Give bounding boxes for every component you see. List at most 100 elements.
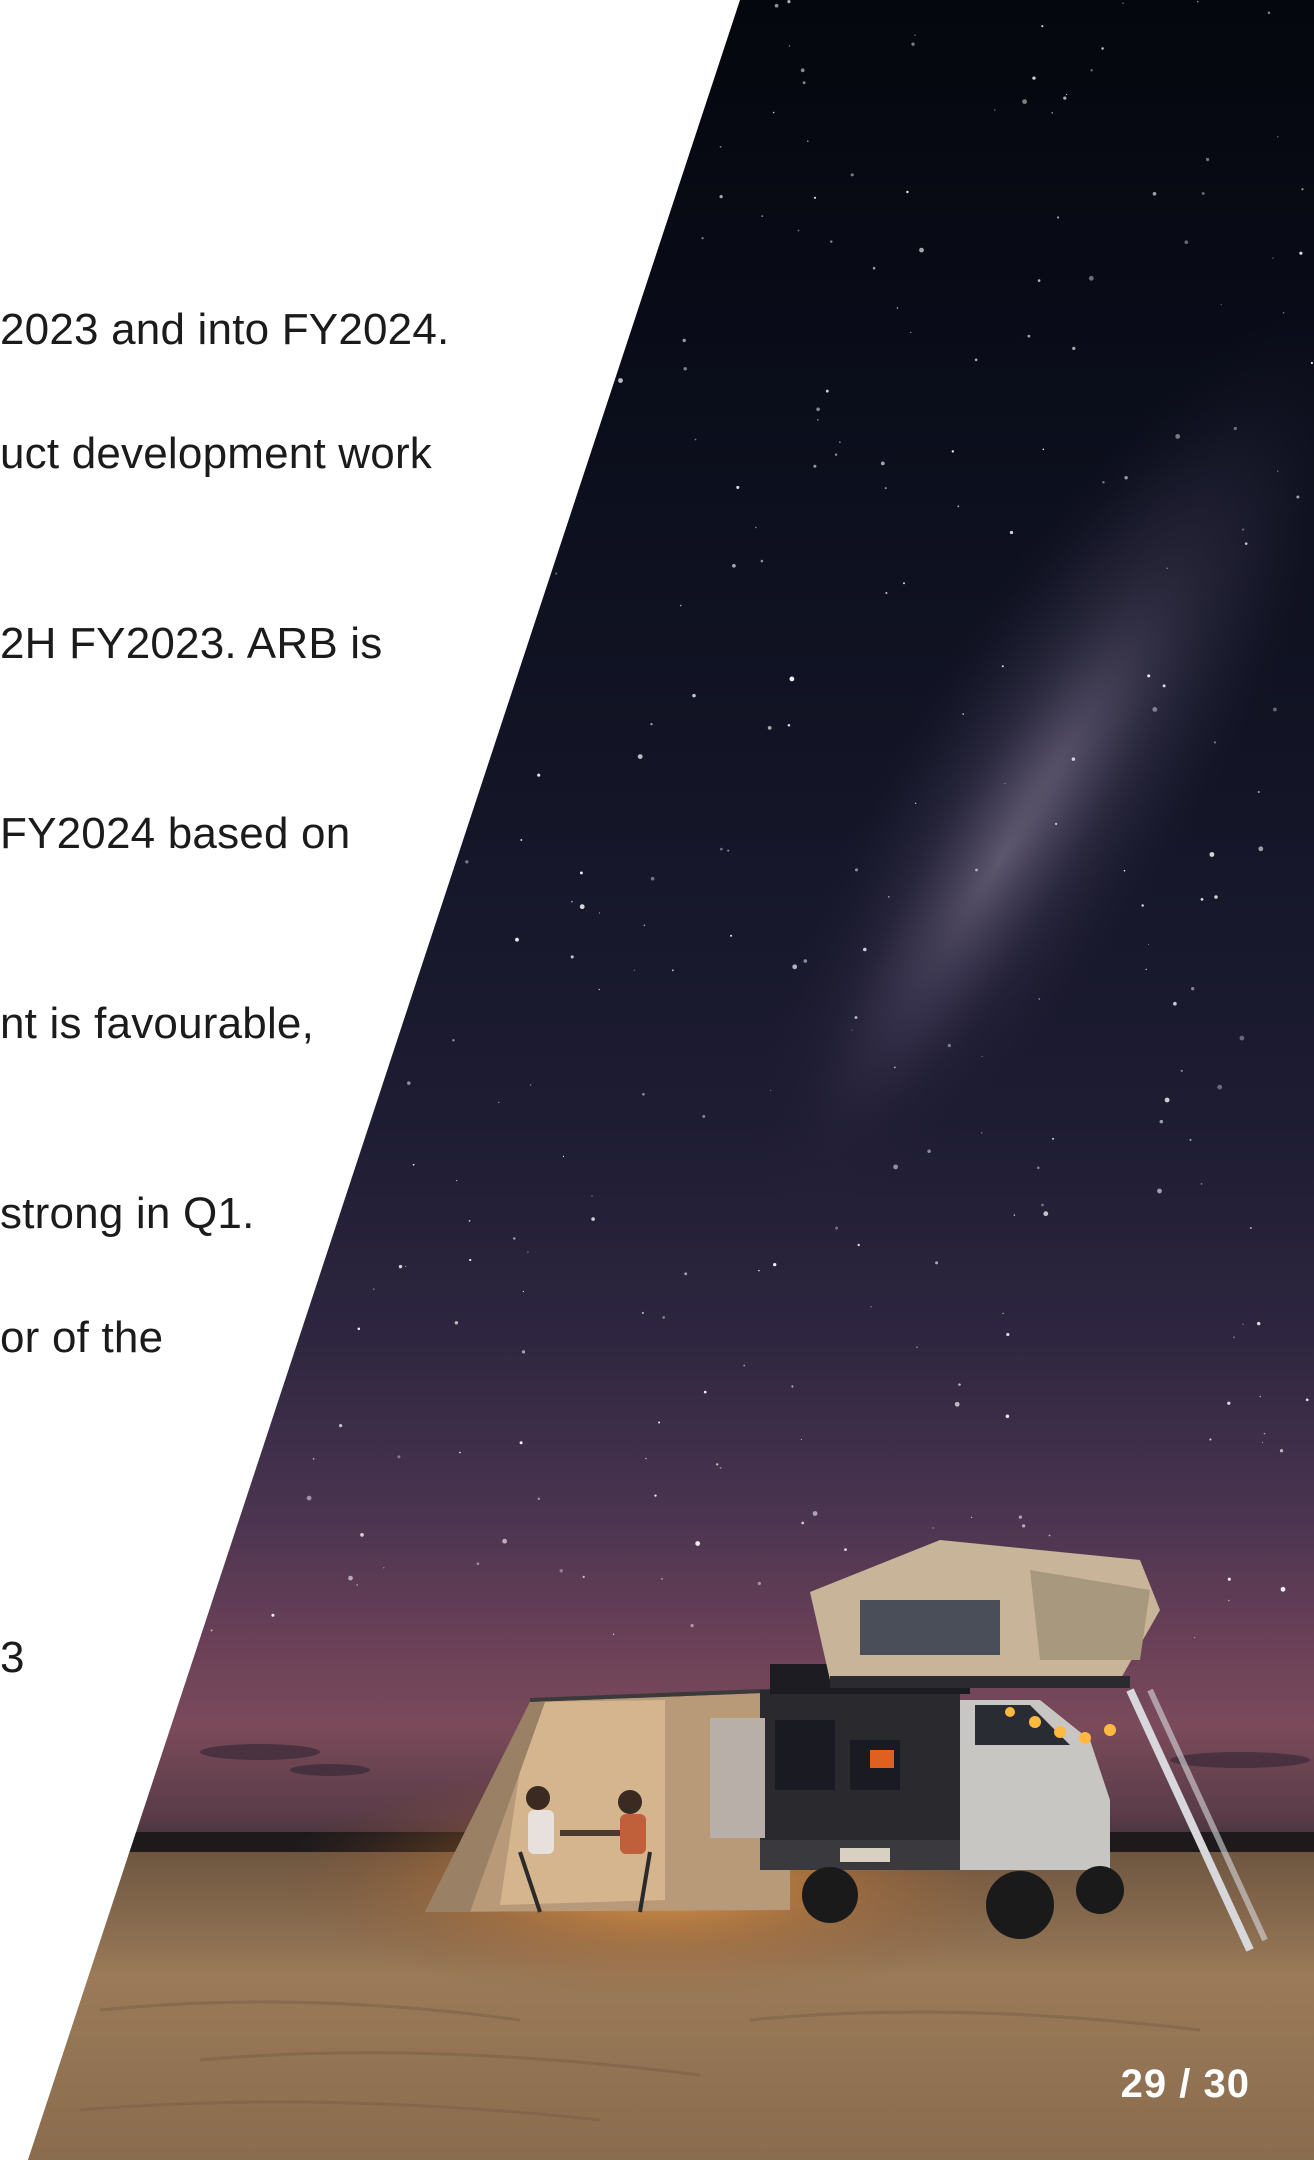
star	[802, 81, 806, 85]
star	[116, 33, 119, 36]
star	[1205, 157, 1210, 162]
star	[1197, 0, 1199, 3]
star	[709, 86, 711, 88]
star	[801, 1521, 805, 1525]
star	[135, 797, 140, 802]
star	[150, 362, 152, 365]
star	[932, 1527, 934, 1529]
star	[1239, 1035, 1245, 1041]
star	[1041, 1203, 1044, 1207]
star	[1301, 188, 1304, 191]
star	[0, 267, 3, 270]
star	[1228, 1599, 1230, 1602]
star	[253, 1299, 257, 1304]
star	[761, 215, 764, 217]
star	[1022, 99, 1027, 104]
star	[357, 1327, 361, 1331]
star	[537, 773, 541, 777]
star	[465, 378, 469, 382]
star	[239, 578, 243, 582]
star	[1242, 1323, 1244, 1325]
star	[732, 563, 736, 568]
star	[1299, 251, 1303, 255]
star	[1282, 311, 1285, 314]
star	[520, 839, 523, 841]
star	[598, 988, 600, 991]
star	[17, 1457, 18, 1458]
star	[197, 487, 199, 489]
star	[167, 95, 170, 97]
star	[1227, 1401, 1231, 1405]
star	[304, 901, 307, 904]
star	[719, 194, 723, 199]
star	[774, 3, 779, 8]
star	[539, 370, 542, 373]
star	[19, 280, 22, 283]
star	[220, 49, 224, 53]
star	[365, 567, 369, 571]
star	[513, 1237, 516, 1240]
star	[1277, 136, 1279, 138]
star	[1201, 192, 1205, 195]
star	[449, 558, 452, 562]
star	[559, 1569, 563, 1573]
star	[194, 785, 197, 788]
star	[1041, 25, 1044, 28]
star	[772, 111, 775, 114]
star	[800, 1438, 802, 1441]
star	[273, 568, 276, 571]
star	[594, 332, 600, 338]
star	[245, 107, 248, 110]
star	[432, 43, 437, 48]
star	[1148, 943, 1150, 945]
star	[312, 1457, 315, 1460]
star	[1213, 741, 1217, 744]
star	[1102, 481, 1105, 484]
star	[548, 17, 552, 21]
star	[887, 896, 890, 898]
star	[719, 847, 723, 851]
star	[757, 1581, 761, 1586]
star	[791, 1385, 794, 1388]
star	[854, 1016, 858, 1019]
star	[719, 145, 722, 148]
star	[760, 559, 764, 563]
star	[173, 19, 178, 23]
star	[196, 540, 198, 542]
star	[193, 275, 197, 278]
star	[1310, 361, 1313, 365]
star	[690, 1623, 694, 1628]
star	[1123, 869, 1126, 872]
star	[460, 570, 464, 574]
star	[817, 419, 819, 421]
star	[1056, 216, 1060, 219]
star	[647, 84, 651, 88]
star	[43, 1373, 46, 1376]
star	[1152, 191, 1157, 196]
star	[870, 1305, 872, 1308]
star	[405, 1265, 407, 1268]
star	[527, 1251, 529, 1253]
star	[343, 1170, 348, 1176]
star	[1214, 895, 1218, 899]
star	[1001, 665, 1004, 668]
star	[150, 954, 153, 957]
star	[469, 1258, 472, 1262]
star	[1088, 275, 1094, 281]
star	[1257, 1321, 1261, 1326]
slide: 2023 and into FY2024. uct development wo…	[0, 0, 1314, 2160]
star	[981, 1132, 983, 1134]
star	[1220, 304, 1222, 306]
star	[661, 1577, 663, 1580]
star	[373, 1288, 375, 1290]
star	[758, 1269, 760, 1272]
star	[530, 273, 532, 275]
star	[163, 984, 166, 987]
star	[1101, 47, 1104, 50]
star	[682, 338, 686, 343]
star	[906, 190, 909, 194]
star	[90, 1152, 94, 1156]
star	[872, 266, 876, 270]
star	[529, 1084, 532, 1086]
star	[1233, 1336, 1235, 1339]
